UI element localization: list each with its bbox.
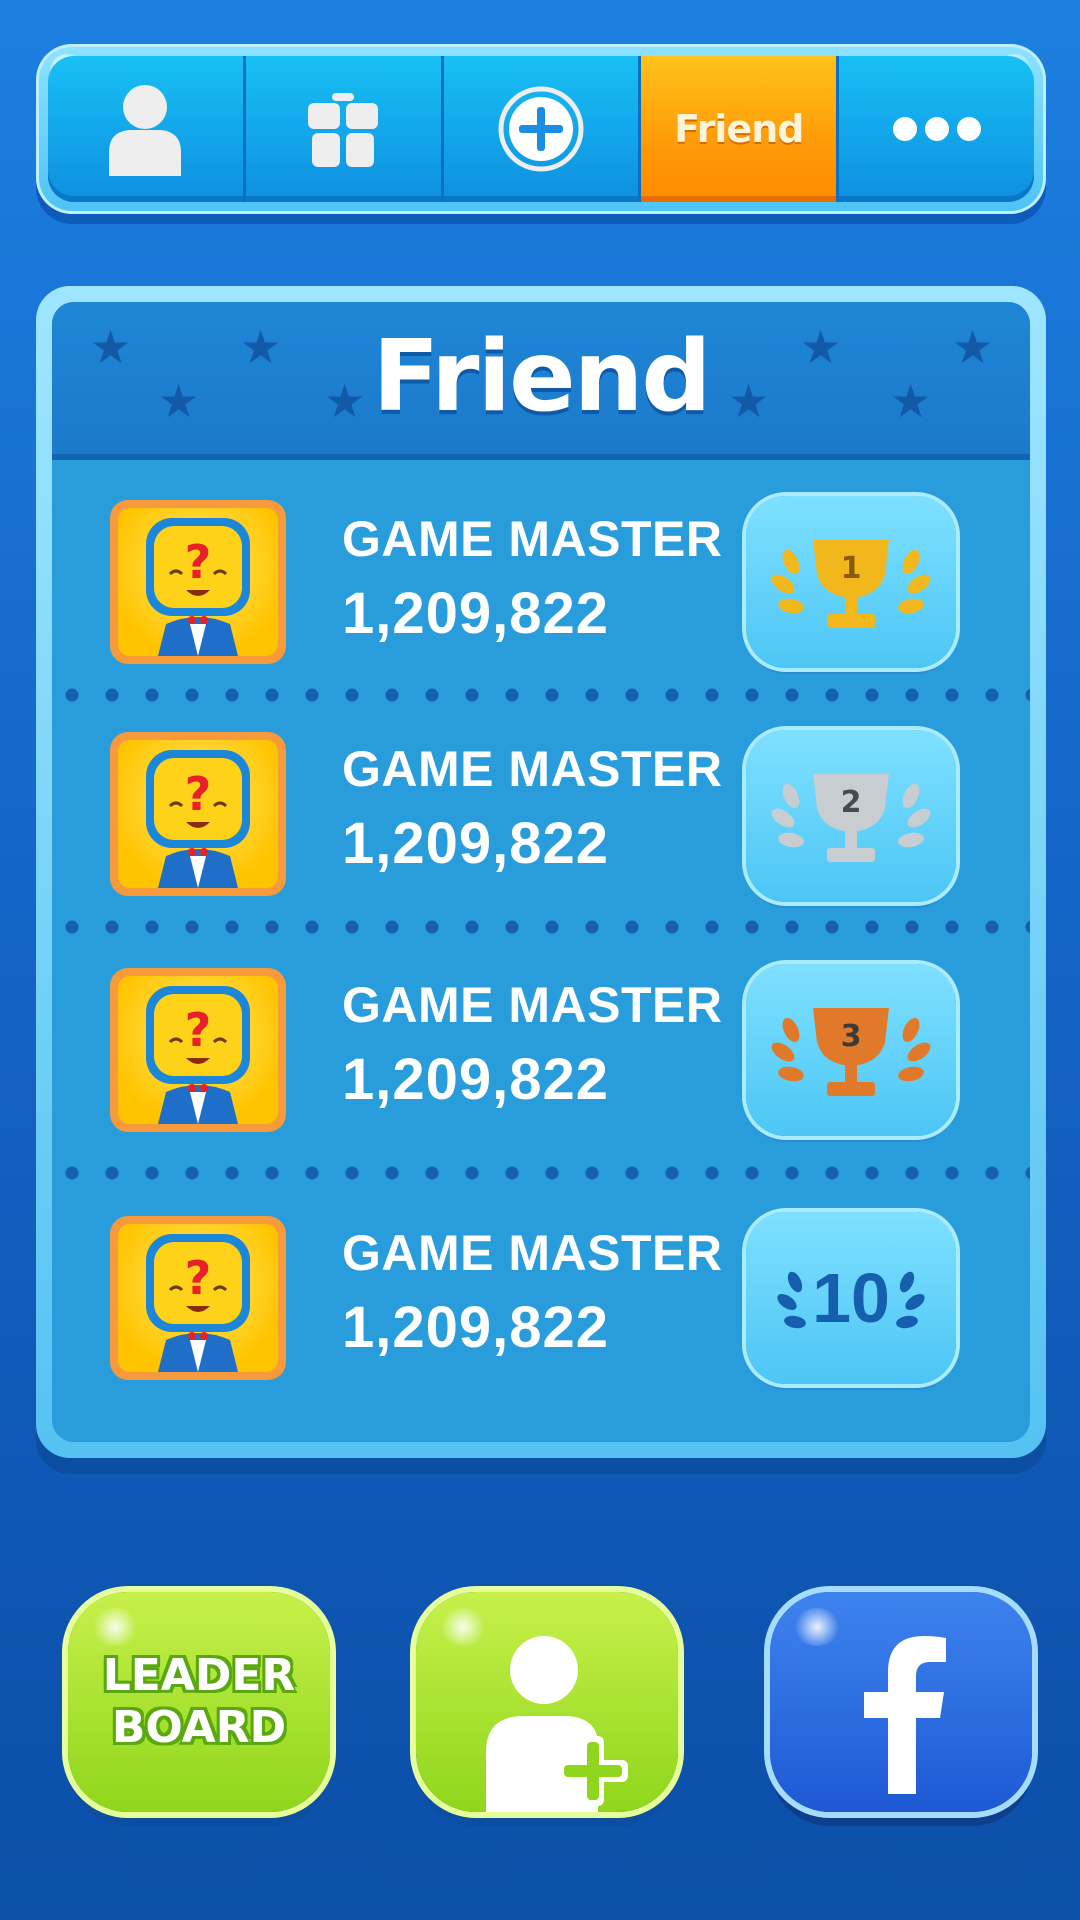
- add-friend-button[interactable]: [416, 1592, 678, 1812]
- plus-circle-icon: [498, 86, 584, 172]
- friend-score: 1,209,822: [342, 1295, 610, 1360]
- svg-text:?: ?: [185, 535, 212, 589]
- svg-text:?: ?: [185, 767, 212, 821]
- panel-title: Friend: [372, 320, 712, 434]
- friend-name: GAME MASTER: [342, 977, 723, 1033]
- rank-badge[interactable]: 1: [746, 496, 956, 668]
- rank-number: 10: [812, 1259, 890, 1337]
- friend-row[interactable]: ? GAME MASTER 1,209,822: [52, 702, 1030, 934]
- avatar: ?: [110, 968, 286, 1132]
- friend-score: 1,209,822: [342, 811, 610, 876]
- mystery-avatar-icon: ?: [146, 986, 250, 1124]
- leaderboard-label-line2: BOARD: [111, 1702, 287, 1753]
- leaderboard-button[interactable]: LEADER BOARD: [68, 1592, 330, 1812]
- svg-text:?: ?: [185, 1251, 212, 1305]
- rank-badge[interactable]: 10: [746, 1212, 956, 1384]
- rank-badge[interactable]: 2: [746, 730, 956, 902]
- friend-panel: ★ ★ ★ ★ ★ ★ ★ ★ Friend ? GAME MASTER 1,2…: [36, 286, 1046, 1458]
- bronze-trophy-icon: 3: [771, 1008, 931, 1096]
- leaderboard-label-line1: LEADER: [102, 1650, 296, 1701]
- facebook-icon: [864, 1636, 946, 1794]
- mystery-avatar-icon: ?: [146, 1234, 250, 1372]
- avatar: ?: [110, 732, 286, 896]
- svg-text:?: ?: [185, 1003, 212, 1057]
- row-divider: [52, 1166, 1030, 1180]
- top-tab-bar: Friend: [36, 44, 1046, 214]
- friend-name: GAME MASTER: [342, 1225, 723, 1281]
- avatar: ?: [110, 500, 286, 664]
- tab-gifts[interactable]: [246, 56, 444, 202]
- mystery-avatar-icon: ?: [146, 518, 250, 656]
- button-shine: [90, 1608, 140, 1646]
- facebook-button[interactable]: [770, 1592, 1032, 1812]
- tab-friend[interactable]: Friend: [641, 56, 840, 202]
- friend-row[interactable]: ? GAME MASTER 1,209,822: [52, 466, 1030, 698]
- tab-strip: Friend: [48, 56, 1034, 202]
- friend-row[interactable]: ? GAME MASTER 1,209,822: [52, 1182, 1030, 1414]
- tab-friend-label: Friend: [674, 107, 804, 151]
- mystery-avatar-icon: ?: [146, 750, 250, 888]
- button-shine: [792, 1608, 842, 1646]
- friend-row[interactable]: ? GAME MASTER 1,209,822: [52, 934, 1030, 1166]
- gold-trophy-icon: 1: [771, 540, 931, 628]
- friend-panel-body: ★ ★ ★ ★ ★ ★ ★ ★ Friend ? GAME MASTER 1,2…: [52, 302, 1030, 1442]
- avatar: ?: [110, 1216, 286, 1380]
- panel-header: ★ ★ ★ ★ ★ ★ ★ ★ Friend: [52, 302, 1030, 460]
- tab-add[interactable]: [444, 56, 642, 202]
- leaderboard-label: LEADER BOARD: [68, 1650, 330, 1754]
- tab-profile[interactable]: [48, 56, 246, 202]
- row-divider: [52, 920, 1030, 934]
- silver-trophy-icon: 2: [771, 774, 931, 862]
- rank-number: 1: [841, 551, 862, 586]
- user-icon: [109, 85, 182, 176]
- rank-badge[interactable]: 3: [746, 964, 956, 1136]
- friend-name: GAME MASTER: [342, 741, 723, 797]
- gift-icon: [308, 93, 379, 167]
- row-divider: [52, 688, 1030, 702]
- more-dots-icon: [892, 117, 981, 141]
- add-user-icon: [486, 1636, 628, 1812]
- rank-number: 3: [841, 1019, 862, 1054]
- friend-name: GAME MASTER: [342, 511, 723, 567]
- tab-more[interactable]: [839, 56, 1034, 202]
- friend-score: 1,209,822: [342, 581, 610, 646]
- friend-score: 1,209,822: [342, 1047, 610, 1112]
- rank-number: 2: [841, 785, 862, 820]
